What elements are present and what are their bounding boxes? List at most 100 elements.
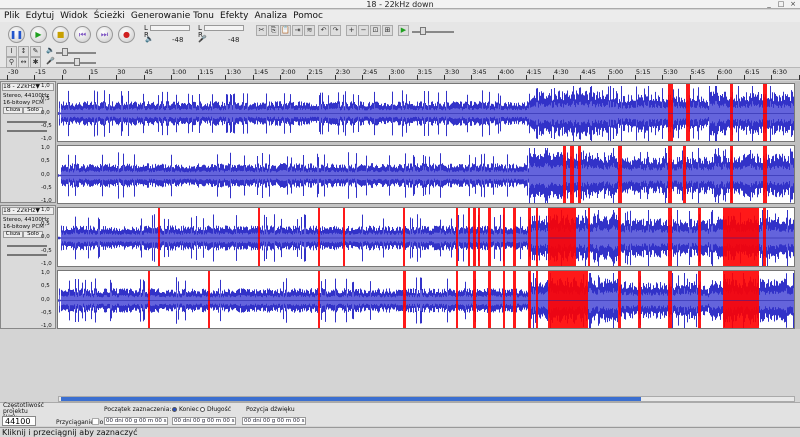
speaker-icon: 🔈 — [145, 35, 154, 43]
record-button[interactable]: ● — [118, 26, 135, 43]
ruler-tick-label: 5:45 — [689, 68, 706, 80]
menu-file[interactable]: Plik — [4, 10, 20, 22]
mute-button[interactable]: Cisza — [3, 231, 23, 238]
record-volume-knob[interactable] — [74, 58, 80, 66]
maximize-button[interactable]: □ — [776, 0, 786, 8]
fit-project-icon[interactable]: ⊞ — [382, 25, 393, 36]
fit-selection-icon[interactable]: ⊡ — [370, 25, 381, 36]
solo-button[interactable]: Solo — [23, 231, 43, 238]
waveform-channel[interactable] — [57, 83, 795, 142]
ruler-tick-label: -30 — [7, 68, 19, 80]
amplitude-label: -0,5 — [41, 309, 52, 316]
menu-tracks[interactable]: Ścieżki — [94, 10, 125, 22]
toolbars: ❚❚ ▶ ■ ⏮ ⏭ ● I ↕ ✎ ⚲ ↔ ✱ L R 🔈 -48 L R 🎤… — [0, 22, 800, 68]
envelope-tool-icon[interactable]: ↕ — [18, 46, 29, 57]
microphone-icon: 🎤 — [198, 35, 207, 43]
minimize-button[interactable]: _ — [764, 0, 774, 8]
clipping-marker — [698, 271, 701, 328]
zoom-tool-icon[interactable]: ⚲ — [6, 57, 17, 68]
silence-icon[interactable]: ≋ — [304, 25, 315, 36]
speed-slider-knob[interactable] — [420, 27, 426, 35]
menu-analyze[interactable]: Analiza — [254, 10, 287, 22]
waveform-channel[interactable] — [57, 207, 795, 267]
skip-start-button[interactable]: ⏮ — [74, 26, 91, 43]
ruler-tick-label: 4:00 — [498, 68, 514, 80]
waveform-channel[interactable] — [57, 270, 795, 329]
scrollbar-thumb[interactable] — [61, 397, 641, 401]
clipping-marker — [730, 84, 733, 141]
menu-edit[interactable]: Edytuj — [26, 10, 54, 22]
ruler-tick-label: 5:00 — [607, 68, 624, 80]
clipping-marker — [503, 271, 505, 328]
audio-position-label: Pozycja dźwięku — [246, 406, 295, 413]
selection-tool-icon[interactable]: I — [6, 46, 17, 57]
mute-button[interactable]: Cisza — [3, 107, 23, 114]
clipping-marker — [548, 271, 588, 328]
selection-toolbar: Częstotliwość projektu (Hz): 44100 ▼ Prz… — [0, 402, 800, 435]
amplitude-label: -1,0 — [41, 261, 52, 267]
clipping-marker — [473, 208, 476, 266]
cut-icon[interactable]: ✂ — [256, 25, 267, 36]
clipping-marker — [578, 146, 581, 203]
clipping-marker — [403, 208, 405, 266]
clipping-marker — [668, 84, 673, 141]
ruler-tick-label: 6:00 — [716, 68, 733, 80]
timeline-ruler[interactable]: -30 -15 0 15 30 45 1:00 1:15 1:30 1:45 2:00 2:15 2:3… — [0, 68, 800, 80]
selection-end-time[interactable]: 00 dni 00 g 00 m 00 s — [172, 417, 236, 425]
play-button[interactable]: ▶ — [30, 26, 47, 43]
close-button[interactable]: × — [788, 0, 798, 8]
waveform-channel[interactable] — [57, 145, 795, 204]
clipping-marker — [473, 271, 476, 328]
ruler-tick-label: 30 — [116, 68, 126, 80]
clipping-marker — [683, 146, 686, 203]
menu-view[interactable]: Widok — [60, 10, 88, 22]
clipping-marker — [668, 271, 672, 328]
audio-position-time[interactable]: 00 dni 00 g 00 m 00 s — [242, 417, 306, 425]
ruler-tick-label: 6:30 — [771, 68, 787, 80]
clipping-marker — [503, 208, 505, 266]
clipping-marker — [536, 271, 538, 328]
clipping-marker — [686, 84, 690, 141]
clipping-marker — [618, 146, 622, 203]
clipping-marker — [456, 271, 458, 328]
clipping-marker — [488, 208, 491, 266]
ruler-tick-label: 3:15 — [416, 68, 433, 80]
redo-icon[interactable]: ↷ — [330, 25, 341, 36]
zoom-out-icon[interactable]: − — [358, 25, 369, 36]
menu-help[interactable]: Pomoc — [293, 10, 323, 22]
playback-volume-knob[interactable] — [62, 48, 68, 56]
project-rate-dropdown[interactable]: 44100 ▼ — [2, 416, 36, 435]
length-radio[interactable] — [200, 407, 205, 412]
clipping-marker — [343, 208, 345, 266]
selection-start-time[interactable]: 00 dni 00 g 00 m 00 s — [104, 417, 168, 425]
skip-end-button[interactable]: ⏭ — [96, 26, 113, 43]
snap-to-checkbox[interactable] — [92, 418, 99, 425]
ruler-tick-label: 3:45 — [471, 68, 487, 80]
draw-tool-icon[interactable]: ✎ — [30, 46, 41, 57]
zoom-in-icon[interactable]: + — [346, 25, 357, 36]
menu-generate[interactable]: Generowanie Tonu — [131, 10, 214, 22]
ruler-tick-label: 6:15 — [744, 68, 760, 80]
undo-icon[interactable]: ↶ — [318, 25, 329, 36]
multi-tool-icon[interactable]: ✱ — [30, 57, 41, 68]
amplitude-label: 0,0 — [41, 296, 50, 303]
paste-icon[interactable]: 📋 — [280, 25, 291, 36]
pause-button[interactable]: ❚❚ — [8, 26, 25, 43]
solo-button[interactable]: Solo — [23, 107, 43, 114]
clipping-marker — [548, 208, 576, 266]
title-bar: 18 - 22kHz down _ □ × — [0, 0, 800, 9]
speed-slider[interactable] — [412, 31, 454, 33]
menu-bar: Plik Edytuj Widok Ścieżki Generowanie To… — [0, 10, 800, 22]
ruler-tick-label: 5:15 — [634, 68, 651, 80]
stop-button[interactable]: ■ — [52, 26, 69, 43]
clipping-marker — [258, 208, 260, 266]
timeshift-tool-icon[interactable]: ↔ — [18, 57, 29, 68]
end-radio[interactable] — [172, 407, 177, 412]
play-at-speed-icon[interactable]: ▶ — [398, 25, 409, 36]
copy-icon[interactable]: ⎘ — [268, 25, 279, 36]
playback-meter — [150, 25, 190, 31]
vertical-scrollbar[interactable] — [795, 81, 800, 329]
ruler-tick-label: 1:30 — [225, 68, 241, 80]
trim-icon[interactable]: ⇥ — [292, 25, 303, 36]
menu-effects[interactable]: Efekty — [220, 10, 248, 22]
